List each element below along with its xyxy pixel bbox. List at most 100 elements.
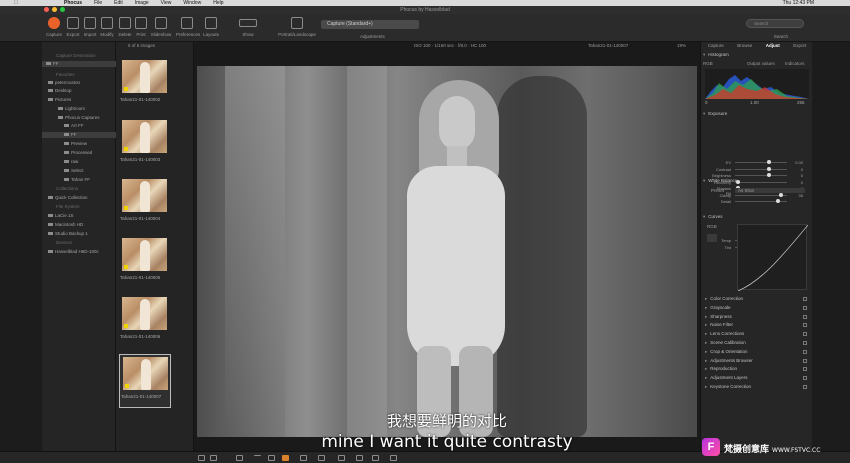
rotate-tool-icon[interactable] (318, 455, 325, 461)
slider-value[interactable]: 0 (791, 167, 803, 172)
library-item-lightroom[interactable]: Lightroom (42, 106, 116, 112)
histogram-header[interactable]: ▾ Histogram (703, 52, 811, 58)
picker-tool-icon[interactable] (268, 455, 275, 461)
slider-knob[interactable] (767, 173, 772, 177)
tool-grayscale[interactable]: ▸ Grayscale (705, 304, 809, 312)
curve-editor[interactable] (737, 224, 809, 292)
library-item-ff-destination[interactable]: FF (42, 61, 116, 67)
preferences-button[interactable]: Preferences (176, 17, 200, 37)
tool-lens-corrections[interactable]: ▸ Lens Corrections (705, 330, 809, 338)
slider-knob[interactable] (778, 192, 783, 197)
library-item-camera[interactable]: Hasselblad H6D-100c (42, 249, 116, 255)
histogram-channel[interactable]: RGB (703, 61, 713, 66)
slider-track[interactable] (735, 168, 787, 170)
library-item-processed[interactable]: Processed (42, 150, 116, 156)
wb-preset-dropdown[interactable]: As Shot (735, 188, 805, 193)
tool-options-icon[interactable] (803, 314, 807, 319)
output-values-checkbox[interactable]: Output values (747, 61, 775, 66)
view-single-icon[interactable] (198, 455, 205, 461)
hand-tool-icon[interactable] (282, 455, 289, 461)
tool-options-icon[interactable] (803, 332, 807, 337)
straighten-tool-icon[interactable] (254, 455, 261, 461)
overlay-icon[interactable] (390, 455, 397, 461)
indicators-checkbox[interactable]: Indicators (785, 61, 805, 66)
thumbnail[interactable]: Tahan21-01-140006 (119, 295, 171, 349)
thumbnail[interactable]: Tahan21-01-140005 (119, 236, 171, 290)
thumbnail-selected[interactable]: Tahan21-01-140007 (119, 354, 171, 408)
library-item-quick-collection[interactable]: Quick Collection (42, 195, 116, 201)
slider-value[interactable]: 0.00 (791, 160, 803, 165)
print-button[interactable]: Print (130, 17, 152, 37)
zoom-tool-icon[interactable] (300, 455, 307, 461)
tool-options-icon[interactable] (803, 349, 807, 354)
tab-adjust[interactable]: Adjust (766, 42, 780, 49)
slider-knob[interactable] (767, 160, 772, 164)
watermark: F 梵摄创意库 WWW.FSTVC.CC (702, 438, 842, 458)
slider-contrast[interactable]: Contrast 0 (711, 166, 803, 172)
curves-header[interactable]: ▾ Curves (703, 214, 811, 220)
tool-options-icon[interactable] (803, 323, 807, 328)
portrait-landscape-button[interactable]: Portrait/Landscape (276, 17, 318, 37)
slider-knob[interactable] (775, 199, 780, 203)
library-item-raw[interactable]: raw (42, 159, 116, 165)
tool-options-icon[interactable] (803, 305, 807, 310)
tool-noise-filter[interactable]: ▸ Noise Filter (705, 321, 809, 329)
slider-ev[interactable]: EV 0.00 (711, 160, 803, 165)
library-item-ff[interactable]: FF (42, 132, 116, 138)
library-item-studio-backup[interactable]: Studio Backup 1 (42, 231, 116, 237)
library-item-pictures[interactable]: Pictures (42, 97, 116, 103)
library-item-select[interactable]: Select (42, 168, 116, 174)
tab-export[interactable]: Export (793, 42, 806, 49)
library-item-tahan-ff[interactable]: Tahan FF (42, 177, 116, 183)
previous-arrow-icon[interactable] (426, 455, 433, 461)
zoom-level[interactable]: 19% (677, 43, 686, 48)
grid-icon[interactable] (356, 455, 363, 461)
library-item-lacie[interactable]: LaCie 1S (42, 213, 116, 219)
tab-browse[interactable]: Browse (737, 42, 752, 49)
slider-value[interactable]: 35 (791, 193, 803, 198)
tool-adjustments-browser[interactable]: ▸ Adjustments Browser (705, 357, 809, 365)
tool-options-icon[interactable] (803, 297, 807, 301)
tool-sharpness[interactable]: ▸ Sharpness (705, 313, 809, 321)
library-item-phocus-captures[interactable]: Phocus Captures (42, 115, 116, 121)
tab-capture[interactable]: Capture (708, 42, 724, 49)
library-item-desktop[interactable]: Desktop (42, 88, 116, 94)
layouts-button[interactable]: Layouts (200, 17, 222, 37)
tool-color-correction[interactable]: ▸ Color Correction (705, 295, 809, 303)
export-icon (67, 17, 79, 29)
show-button[interactable]: Show (238, 17, 258, 37)
crop-tool-icon[interactable] (236, 455, 243, 461)
tool-adjustment-layers[interactable]: ▸ Adjustment Layers (705, 374, 809, 382)
search-input[interactable]: Search (746, 19, 804, 28)
thumbnail[interactable]: Tahan21-01-140002 (119, 58, 171, 112)
tool-options-icon[interactable] (803, 385, 807, 389)
slider-track[interactable] (735, 175, 787, 176)
view-compare-icon[interactable] (210, 455, 217, 461)
mask-icon[interactable] (372, 455, 379, 461)
library-item-art-ff[interactable]: Art FF (42, 123, 116, 129)
color-picker-icon[interactable] (338, 455, 345, 461)
slider-detail[interactable]: Detail (711, 199, 801, 204)
tool-options-icon[interactable] (803, 341, 807, 345)
white-balance-header[interactable]: ▾ White Balance (703, 178, 811, 184)
library-item-macintosh-hd[interactable]: Macintosh HD (42, 222, 116, 228)
slider-track[interactable] (735, 162, 787, 163)
slider-knob[interactable] (767, 166, 772, 171)
exposure-header[interactable]: ▾ Exposure (703, 111, 811, 117)
library-item-preview[interactable]: Preview (42, 141, 116, 147)
main-photo[interactable] (197, 66, 697, 437)
preset-dropdown[interactable]: Capture (Standard+) (321, 20, 419, 29)
tool-options-icon[interactable] (803, 367, 807, 372)
slider-clarity[interactable]: Clarity 35 (711, 192, 803, 198)
tool-options-icon[interactable] (803, 376, 807, 381)
tool-reproduction[interactable]: ▸ Reproduction (705, 365, 809, 373)
library-item-user[interactable]: petercruston (42, 80, 116, 86)
slideshow-button[interactable]: Slideshow (150, 17, 172, 37)
thumbnail[interactable]: Tahan21-01-140003 (119, 118, 171, 172)
tool-scene-calibration[interactable]: ▸ Scene Calibration (705, 339, 809, 347)
tool-crop-orientation[interactable]: ▸ Crop & Orientation (705, 348, 809, 356)
tool-options-icon[interactable] (803, 358, 807, 363)
eyedropper-icon[interactable] (707, 234, 717, 242)
tool-keystone-correction[interactable]: ▸ Keystone Correction (705, 383, 809, 391)
thumbnail[interactable]: Tahan21-01-140004 (119, 177, 171, 231)
